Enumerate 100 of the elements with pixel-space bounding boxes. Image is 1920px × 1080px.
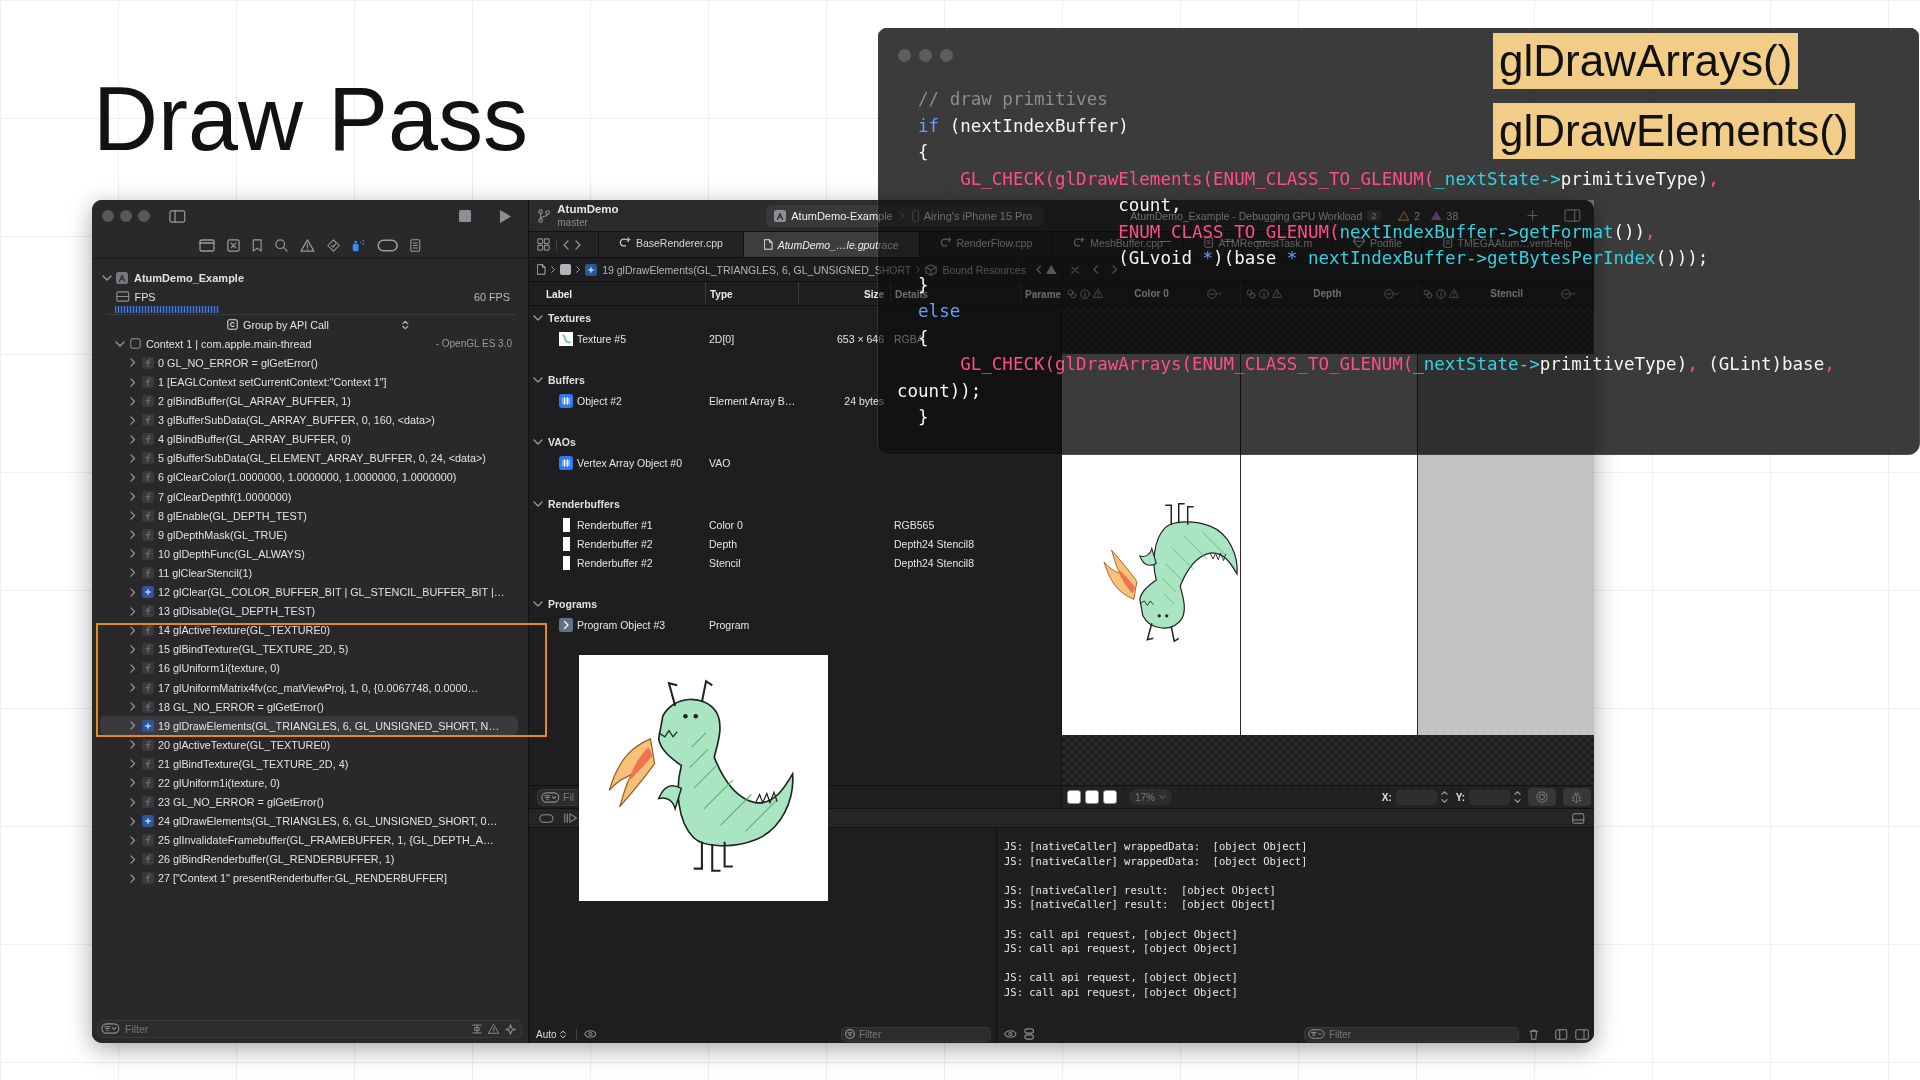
chevron-right-icon[interactable] <box>130 549 136 559</box>
grid-icon[interactable] <box>537 238 550 251</box>
chevron-right-icon[interactable] <box>130 530 136 540</box>
filter-icon[interactable] <box>541 791 560 803</box>
chevron-down-icon[interactable] <box>533 601 543 607</box>
forward-icon[interactable] <box>575 239 581 250</box>
chevron-right-icon[interactable] <box>130 721 136 731</box>
chevron-right-icon[interactable] <box>130 396 136 406</box>
chevron-right-icon[interactable] <box>130 816 136 826</box>
capsule-icon[interactable] <box>539 813 554 823</box>
chevron-right-icon[interactable] <box>130 568 136 578</box>
stop-icon[interactable] <box>458 210 471 222</box>
chevron-down-icon[interactable] <box>533 501 543 507</box>
call-item[interactable]: 24 glDrawElements(GL_TRIANGLES, 6, GL_UNSIGNED_SHORT, 0… <box>100 811 518 831</box>
continue-icon[interactable] <box>563 813 578 823</box>
channel-icon[interactable] <box>1067 790 1081 804</box>
chevron-right-icon[interactable] <box>130 358 136 368</box>
chevron-right-icon[interactable] <box>130 415 136 425</box>
call-item[interactable]: 4 glBindBuffer(GL_ARRAY_BUFFER, 0) <box>100 429 518 449</box>
chevron-right-icon[interactable] <box>130 473 136 482</box>
call-item[interactable]: 0 GL_NO_ERROR = glGetError() <box>100 353 518 373</box>
eye-icon[interactable] <box>1004 1030 1017 1038</box>
document-icon[interactable] <box>537 264 546 275</box>
diamond-icon[interactable] <box>326 238 340 252</box>
column-header[interactable]: Size <box>864 289 884 300</box>
call-item[interactable]: 23 GL_NO_ERROR = glGetError() <box>100 792 518 812</box>
capsule-icon[interactable] <box>376 238 398 252</box>
call-item[interactable]: 26 glBindRenderbuffer(GL_RENDERBUFFER, 1) <box>100 849 518 869</box>
call-item[interactable]: 19 glDrawElements(GL_TRIANGLES, 6, GL_UNSIGNED_SHORT, N… <box>100 716 518 736</box>
spray-icon[interactable] <box>351 238 365 252</box>
section-header[interactable]: Buffers <box>529 369 585 391</box>
branch-icon[interactable] <box>538 208 551 223</box>
target-button[interactable] <box>1528 788 1556 806</box>
bookmark-icon[interactable] <box>252 238 263 252</box>
filter-icon[interactable] <box>1307 1029 1325 1039</box>
square-icon[interactable] <box>560 264 571 275</box>
call-item[interactable]: 22 glUniform1i(texture, 0) <box>100 773 518 793</box>
chevron-right-icon[interactable] <box>130 873 136 883</box>
chevron-right-icon[interactable] <box>130 835 136 845</box>
chevron-right-icon[interactable] <box>130 778 136 788</box>
section-header[interactable]: VAOs <box>529 431 576 453</box>
x-square-icon[interactable] <box>227 238 241 252</box>
call-item[interactable]: 20 glActiveTexture(GL_TEXTURE0) <box>100 735 518 755</box>
filter-icon[interactable] <box>845 1029 855 1039</box>
chevron-right-icon[interactable] <box>130 663 136 673</box>
section-header[interactable]: Programs <box>529 593 598 615</box>
chevron-down-icon[interactable] <box>533 315 543 321</box>
call-item[interactable]: 16 glUniform1i(texture, 0) <box>100 658 518 678</box>
filter-field[interactable]: Filter <box>97 1019 522 1038</box>
chevron-right-icon[interactable] <box>130 644 136 654</box>
call-item[interactable]: 6 glClearColor(1.0000000, 1.0000000, 1.0000000, 1.0000000) <box>100 467 518 488</box>
chevron-right-icon[interactable] <box>130 854 136 864</box>
document-icon[interactable] <box>410 238 421 252</box>
call-item[interactable]: 7 glClearDepthf(1.0000000) <box>100 487 518 507</box>
chevron-down-icon[interactable] <box>115 340 125 347</box>
trash-icon[interactable] <box>1528 1028 1539 1040</box>
chevron-down-icon[interactable] <box>102 274 112 281</box>
chevron-down-icon[interactable] <box>533 377 543 383</box>
chevron-right-icon[interactable] <box>130 377 136 387</box>
call-item[interactable]: 21 glBindTexture(GL_TEXTURE_2D, 4) <box>100 754 518 774</box>
window-icon[interactable] <box>199 238 216 252</box>
call-item[interactable]: 14 glActiveTexture(GL_TEXTURE0) <box>100 620 518 640</box>
call-item[interactable]: 13 glDisable(GL_DEPTH_TEST) <box>100 601 518 621</box>
chevron-right-icon[interactable] <box>130 434 136 444</box>
panel-icon[interactable] <box>1555 1028 1568 1040</box>
chevron-right-icon[interactable] <box>130 606 136 616</box>
toggle-icon[interactable] <box>1023 1028 1035 1040</box>
call-item[interactable]: 25 glInvalidateFramebuffer(GL_FRAMEBUFFER, 1, {GL_DEPTH_A… <box>100 830 518 850</box>
call-item[interactable]: 27 ["Context 1" presentRenderbuffer:GL_RENDERBUFFER] <box>100 868 518 888</box>
warning-icon[interactable] <box>487 1023 499 1034</box>
channel-icon[interactable] <box>1103 790 1117 804</box>
call-item[interactable]: 12 glClear(GL_COLOR_BUFFER_BIT | GL_STENCIL_BUFFER_BIT |… <box>100 582 518 602</box>
search-icon[interactable] <box>274 238 288 252</box>
chevron-right-icon[interactable] <box>130 625 136 635</box>
chevron-right-icon[interactable] <box>130 492 136 502</box>
editor-tab[interactable]: BaseRenderer.cpp <box>599 233 743 252</box>
call-item[interactable]: 5 glBufferSubData(GL_ELEMENT_ARRAY_BUFFER, 0, 24, <data>) <box>100 448 518 468</box>
sidebar-icon[interactable] <box>169 209 186 223</box>
call-item[interactable]: 8 glEnable(GL_DEPTH_TEST) <box>100 506 518 526</box>
call-item[interactable]: 1 [EAGLContext setCurrentContext:"Context 1"] <box>100 372 518 392</box>
section-header[interactable]: Textures <box>529 307 591 329</box>
chevron-right-icon[interactable] <box>130 740 136 750</box>
scope-popup[interactable]: Auto <box>536 1028 566 1040</box>
chevron-right-icon[interactable] <box>130 587 136 597</box>
stepper-icon[interactable] <box>1440 790 1448 804</box>
call-item[interactable]: 15 glBindTexture(GL_TEXTURE_2D, 5) <box>100 639 518 659</box>
chevron-right-icon[interactable] <box>130 759 136 769</box>
call-item[interactable]: 9 glDepthMask(GL_TRUE) <box>100 525 518 545</box>
call-item[interactable]: 3 glBufferSubData(GL_ARRAY_BUFFER, 0, 160, <data>) <box>100 410 518 430</box>
call-item[interactable]: 11 glClearStencil(1) <box>100 563 518 583</box>
filter-field[interactable]: Filter <box>841 1026 991 1042</box>
chevron-down-icon[interactable] <box>533 439 543 445</box>
column-header[interactable]: Type <box>710 289 733 300</box>
call-item[interactable]: 17 glUniformMatrix4fv(cc_matViewProj, 1, 0, {0.0067748, 0.0000… <box>100 677 518 698</box>
chevron-right-icon[interactable] <box>130 797 136 807</box>
breadcrumb-item[interactable]: 19 glDrawElements(GL_TRIANGLES, 6, GL_UNSIGNED_SHORT <box>585 263 912 276</box>
column-header[interactable]: Label <box>546 289 573 300</box>
call-item[interactable]: 18 GL_NO_ERROR = glGetError() <box>100 697 518 717</box>
filter-field[interactable]: Filter <box>1303 1026 1519 1042</box>
grouping-popup[interactable]: Group by API Call <box>227 318 409 331</box>
